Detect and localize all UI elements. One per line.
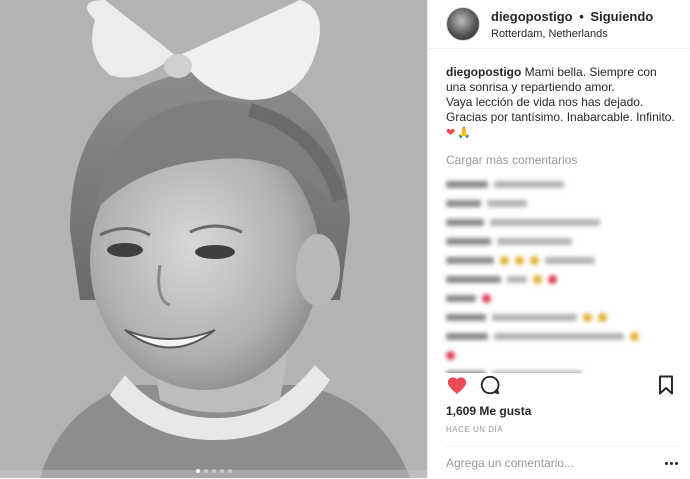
list-item — [446, 346, 676, 365]
post-side-panel: diegopostigo • Siguiendo Rotterdam, Neth… — [427, 0, 690, 478]
post-photo[interactable] — [0, 0, 427, 478]
more-options-icon[interactable] — [663, 458, 680, 469]
list-item — [446, 213, 676, 232]
caption-line: Vaya lección de vida nos has dejado. — [446, 95, 644, 109]
caption-username[interactable]: diegopostigo — [446, 65, 521, 79]
location-link[interactable]: Rotterdam, Netherlands — [491, 28, 653, 40]
header-text: diegopostigo • Siguiendo Rotterdam, Neth… — [491, 9, 653, 40]
list-item — [446, 327, 676, 346]
post-timestamp: HACE UN DÍA — [446, 425, 504, 434]
heart-emoji-icon: ❤ — [446, 127, 456, 139]
comments-section: diegopostigo Mami bella. Siempre con una… — [428, 49, 690, 373]
header-separator: • — [579, 8, 584, 24]
likes-count[interactable]: 1,609 Me gusta — [446, 404, 531, 418]
praying-hands-emoji-icon: 🙏 — [457, 127, 471, 139]
list-item — [446, 251, 676, 270]
list-item — [446, 270, 676, 289]
bookmark-icon[interactable] — [658, 375, 674, 400]
follow-status-button[interactable]: Siguiendo — [590, 9, 653, 24]
list-item — [446, 365, 676, 373]
vintage-portrait-image — [0, 0, 427, 478]
header-username[interactable]: diegopostigo — [491, 9, 573, 24]
list-item — [446, 232, 676, 251]
caption-line: Gracias por tantísimo. Inabarcable. Infi… — [446, 110, 675, 124]
blurred-comments-list — [446, 175, 676, 373]
list-item — [446, 289, 676, 308]
carousel-dot — [219, 469, 224, 473]
carousel-dot — [203, 469, 208, 473]
heart-filled-icon[interactable] — [446, 375, 468, 400]
list-item — [446, 194, 676, 213]
comment-input[interactable] — [446, 456, 663, 470]
speech-bubble-icon[interactable] — [479, 374, 501, 401]
post-actions-bar — [446, 373, 674, 401]
carousel-dot — [227, 469, 232, 473]
carousel-dot — [195, 469, 200, 473]
avatar[interactable] — [446, 7, 480, 41]
post-header: diegopostigo • Siguiendo Rotterdam, Neth… — [428, 0, 690, 49]
carousel-dot — [211, 469, 216, 473]
comment-bar — [446, 446, 680, 479]
list-item — [446, 175, 676, 194]
instagram-post: diegopostigo • Siguiendo Rotterdam, Neth… — [0, 0, 690, 478]
post-caption: diegopostigo Mami bella. Siempre con una… — [446, 65, 676, 141]
carousel-indicator — [0, 469, 427, 473]
load-more-comments-link[interactable]: Cargar más comentarios — [446, 153, 676, 167]
list-item — [446, 308, 676, 327]
